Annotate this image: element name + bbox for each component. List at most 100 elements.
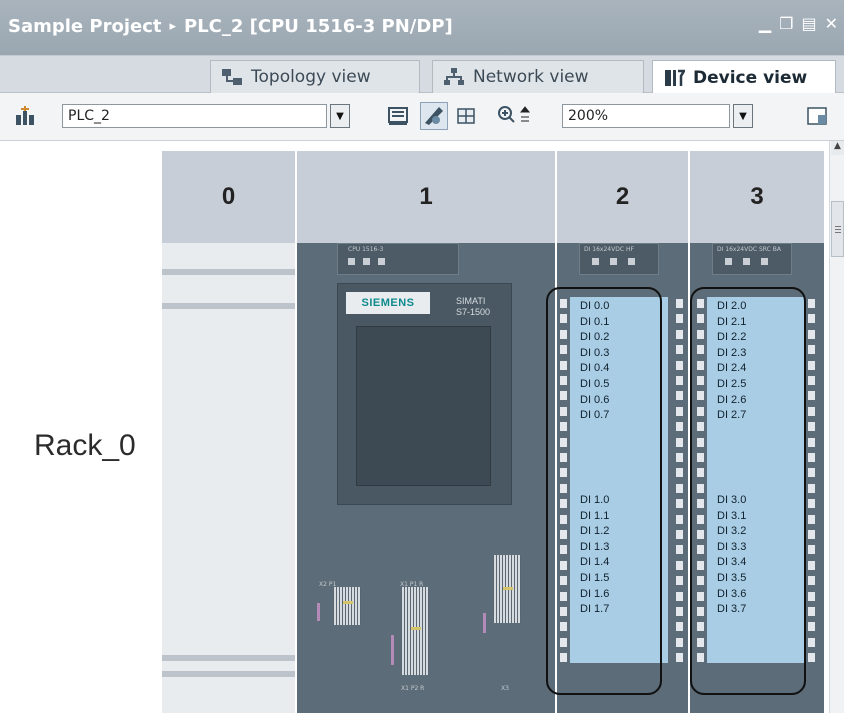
cpu-module[interactable]: CPU 1516-3 SIEMENS SIMATI S7-1500 X2 P1 … bbox=[297, 243, 555, 713]
tab-label: Network view bbox=[473, 67, 589, 87]
slot-0-rail[interactable] bbox=[162, 243, 295, 713]
terminal-pin bbox=[808, 422, 815, 432]
terminal-pin bbox=[676, 591, 683, 601]
port-label: X3 bbox=[501, 685, 509, 692]
module-type-label: DI 16x24VDC HF bbox=[584, 246, 634, 253]
profinet-port-x2[interactable] bbox=[333, 587, 361, 625]
slot-header-3[interactable]: 3 bbox=[690, 151, 824, 243]
split-view-icon[interactable] bbox=[806, 105, 828, 127]
network-icon bbox=[444, 68, 464, 85]
scroll-up-icon[interactable]: ▲ bbox=[831, 141, 844, 155]
terminal-pin bbox=[676, 576, 683, 586]
device-tree-icon[interactable] bbox=[14, 105, 36, 127]
device-canvas[interactable]: Rack_0 0 1 2 3 CPU 1516-3 SIEMENS SIMATI… bbox=[0, 141, 844, 713]
module-type-label: DI 16x24VDC SRC BA bbox=[717, 246, 781, 253]
tab-label: Device view bbox=[693, 67, 808, 88]
terminal-pin bbox=[676, 607, 683, 616]
terminal-pin bbox=[808, 560, 815, 570]
vertical-scrollbar[interactable]: ▲ bbox=[829, 141, 844, 713]
terminal-pin bbox=[676, 514, 683, 524]
device-select[interactable]: PLC_2 bbox=[62, 104, 327, 128]
terminal-pin bbox=[808, 329, 815, 339]
window-controls: ▁ ❐ ▤ ✕ bbox=[759, 14, 838, 33]
terminal-pin bbox=[676, 545, 683, 555]
topology-icon bbox=[222, 69, 242, 85]
rack-label: Rack_0 bbox=[34, 429, 136, 462]
status-led bbox=[761, 258, 768, 265]
terminal-pin bbox=[676, 622, 683, 632]
port-led bbox=[343, 601, 353, 604]
rail-bar bbox=[162, 655, 295, 661]
terminal-pin bbox=[676, 499, 683, 509]
grid-button[interactable] bbox=[452, 102, 480, 130]
slot-header-1[interactable]: 1 bbox=[297, 151, 555, 243]
maximize-icon[interactable]: ▤ bbox=[801, 14, 816, 33]
cpu-type-label: CPU 1516-3 bbox=[348, 246, 384, 253]
zoom-select[interactable]: 200% bbox=[562, 104, 730, 128]
terminal-pin bbox=[808, 607, 815, 616]
status-led bbox=[363, 258, 370, 265]
terminal-pin bbox=[676, 437, 683, 447]
terminal-pin bbox=[676, 530, 683, 539]
terminal-strip bbox=[676, 295, 684, 665]
terminal-pin bbox=[808, 360, 815, 370]
terminal-pin bbox=[808, 299, 815, 308]
minimize-icon[interactable]: ▁ bbox=[759, 14, 771, 33]
terminal-pin bbox=[808, 653, 815, 663]
profinet-port-x1[interactable] bbox=[401, 587, 429, 675]
module-status-panel: DI 16x24VDC SRC BA bbox=[712, 243, 792, 275]
title-bar: Sample Project ▸ PLC_2 [CPU 1516-3 PN/DP… bbox=[0, 0, 844, 55]
grip-line bbox=[835, 229, 841, 230]
terminal-pin bbox=[808, 437, 815, 447]
tab-network-view[interactable]: Network view bbox=[432, 60, 644, 93]
terminal-pin bbox=[808, 499, 815, 509]
series-line-1: SIMATI bbox=[456, 296, 486, 306]
cpu-front-panel: SIEMENS SIMATI S7-1500 bbox=[337, 283, 512, 505]
status-led bbox=[610, 258, 617, 265]
port-indicator bbox=[391, 635, 394, 665]
terminal-pin bbox=[676, 422, 683, 432]
tab-topology-view[interactable]: Topology view bbox=[210, 60, 420, 93]
terminal-pin bbox=[808, 622, 815, 632]
breadcrumb-project[interactable]: Sample Project bbox=[8, 16, 161, 37]
status-led bbox=[592, 258, 599, 265]
port-label: X1 P2 R bbox=[401, 685, 425, 692]
restore-icon[interactable]: ❐ bbox=[779, 14, 793, 33]
grip-line bbox=[835, 226, 841, 227]
terminal-pin bbox=[808, 591, 815, 601]
terminal-pin bbox=[808, 453, 815, 462]
terminal-pin bbox=[676, 376, 683, 385]
tab-device-view[interactable]: Device view bbox=[652, 60, 836, 94]
terminal-pin bbox=[808, 576, 815, 586]
overview-button[interactable] bbox=[384, 102, 412, 130]
zoom-button[interactable] bbox=[494, 102, 534, 130]
status-led bbox=[628, 258, 635, 265]
module-status-panel: DI 16x24VDC HF bbox=[579, 243, 659, 275]
status-led bbox=[348, 258, 355, 265]
terminal-pin bbox=[808, 545, 815, 555]
view-tabs: Topology view Network view Device view bbox=[0, 55, 844, 94]
port-indicator bbox=[483, 613, 486, 633]
close-icon[interactable]: ✕ bbox=[825, 14, 838, 33]
cpu-display[interactable] bbox=[356, 326, 491, 486]
slot-header-0[interactable]: 0 bbox=[162, 151, 295, 243]
terminal-pin bbox=[808, 345, 815, 355]
terminal-pin bbox=[808, 376, 815, 385]
simatic-label: SIMATI S7-1500 bbox=[456, 296, 490, 318]
breadcrumb-device[interactable]: PLC_2 [CPU 1516-3 PN/DP] bbox=[184, 16, 453, 37]
highlight-frame-slot-2 bbox=[546, 287, 662, 695]
tab-label: Topology view bbox=[251, 67, 371, 87]
scroll-thumb[interactable] bbox=[831, 201, 844, 257]
terminal-pin bbox=[676, 483, 683, 493]
slot-header-2[interactable]: 2 bbox=[557, 151, 688, 243]
highlight-frame-slot-3 bbox=[690, 287, 806, 695]
chevron-down-icon[interactable]: ▼ bbox=[330, 104, 350, 128]
chevron-down-icon[interactable]: ▼ bbox=[733, 104, 753, 128]
status-led bbox=[743, 258, 750, 265]
terminal-pin bbox=[808, 468, 815, 478]
device-icon bbox=[665, 69, 685, 86]
terminal-pin bbox=[676, 653, 683, 663]
terminal-pin bbox=[808, 514, 815, 524]
terminal-pin bbox=[808, 483, 815, 493]
show-labels-button[interactable] bbox=[420, 102, 448, 130]
